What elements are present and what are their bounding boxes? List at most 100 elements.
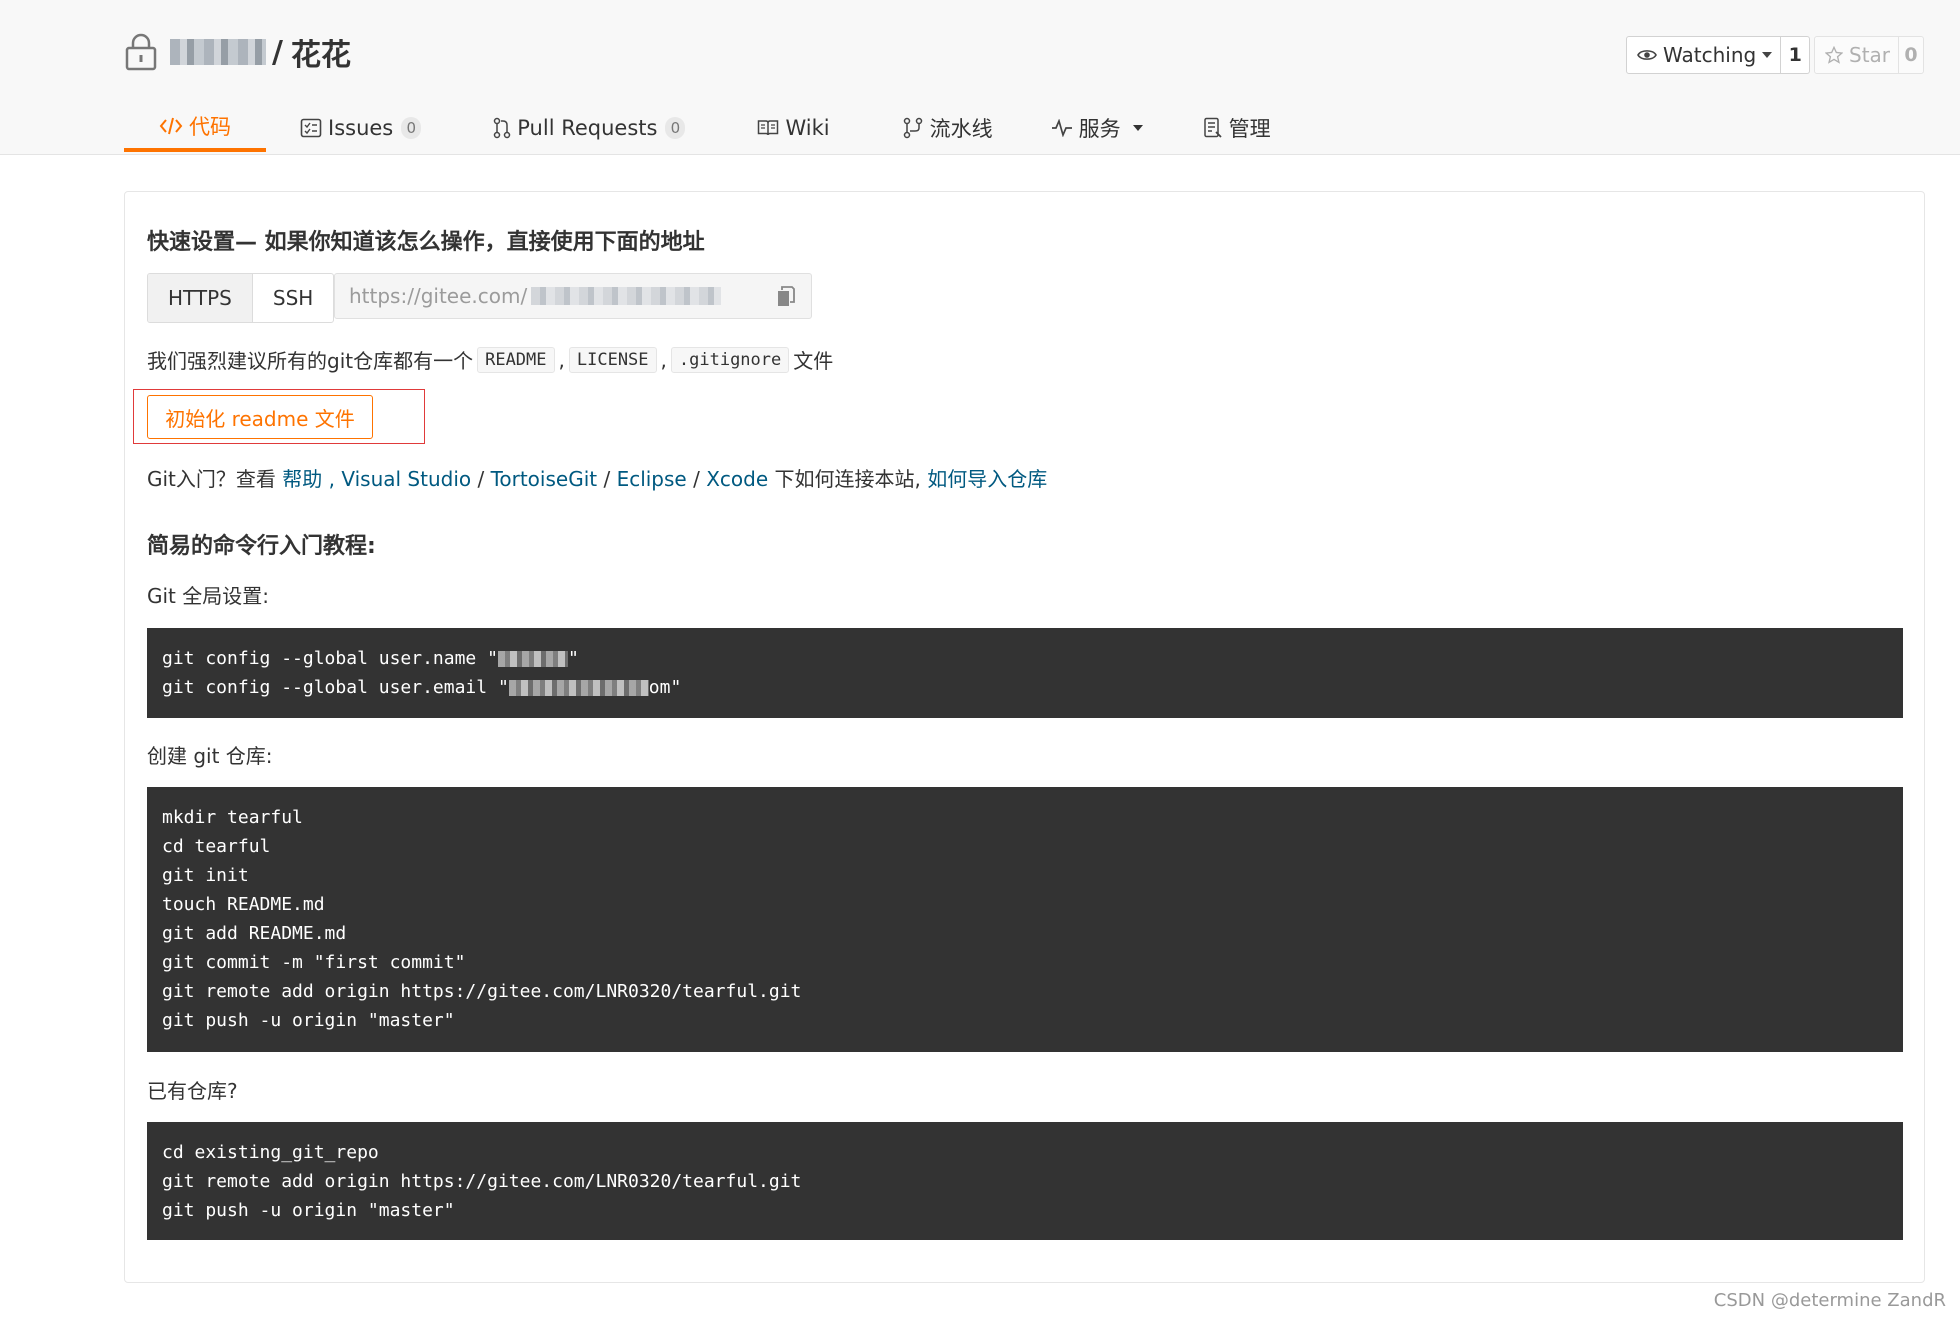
recommend-text: 我们强烈建议所有的git仓库都有一个 README , LICENSE , .g… [147,345,833,374]
star-icon [1825,46,1843,64]
visual-studio-link[interactable]: Visual Studio [341,467,471,491]
code-text: git config --global user.email " [162,677,509,698]
chevron-down-icon [1762,52,1773,58]
code-line: cd tearful [162,836,271,857]
git-help-line: Git入门？查看 帮助 , Visual Studio / TortoiseGi… [147,463,1047,492]
tortoisegit-link[interactable]: TortoiseGit [491,467,598,491]
code-text: git config --global user.name " [162,648,498,669]
existing-repo-label: 已有仓库? [147,1079,238,1103]
repo-header: / 花花 Watching 1 Star 0 代码 Issues 0 Pull … [0,0,1960,155]
manage-icon [1203,117,1222,138]
separator: , [322,467,342,491]
global-config-code: git config --global user.name " " git con… [147,628,1903,718]
tab-label: 流水线 [929,117,993,141]
tutorial-title: 简易的命令行入门教程: [147,534,376,559]
owner-name-redacted[interactable] [170,39,266,65]
tab-manage[interactable]: 管理 [1203,104,1271,152]
activity-icon [1051,119,1072,137]
protocol-switch: HTTPS SSH [147,273,335,323]
repo-title: / 花花 [124,30,351,74]
star-count[interactable]: 0 [1899,36,1925,74]
code-line: cd existing_git_repo [162,1142,379,1163]
star-button[interactable]: Star [1814,36,1900,74]
existing-repo-code: cd existing_git_repo git remote add orig… [147,1122,1903,1240]
tab-label: Issues [328,116,394,140]
init-readme-button[interactable]: 初始化 readme 文件 [147,395,373,439]
repo-name[interactable]: 花花 [291,30,351,74]
recommend-suffix: 文件 [793,349,834,373]
https-button[interactable]: HTTPS [148,274,253,322]
code-line: git commit -m "first commit" [162,952,466,973]
watch-control: Watching 1 [1626,36,1811,74]
clone-url-redacted [531,287,722,305]
username-redacted [497,651,568,667]
clone-url-text: https://gitee.com/ [349,284,528,308]
issues-count-badge: 0 [401,117,422,139]
tab-services[interactable]: 服务 [1051,104,1143,152]
ssh-button[interactable]: SSH [253,274,333,322]
code-line: git add README.md [162,923,347,944]
import-repo-link[interactable]: 如何导入仓库 [927,467,1047,491]
watch-count[interactable]: 1 [1781,36,1811,74]
star-label: Star [1849,43,1891,67]
chevron-down-icon [1132,125,1143,131]
tab-label: 管理 [1228,117,1271,141]
create-repo-label: 创建 git 仓库: [147,744,273,768]
watch-button[interactable]: Watching [1626,36,1782,74]
book-icon [758,120,779,136]
readme-tag: README [477,346,555,373]
tab-pull-requests[interactable]: Pull Requests 0 [493,104,686,152]
issues-icon [300,118,322,138]
comma: , [660,347,667,372]
code-line: git push -u origin "master" [162,1010,455,1031]
copy-icon[interactable] [777,286,795,308]
pr-count-badge: 0 [665,117,686,139]
tab-label: 服务 [1078,117,1121,141]
repo-tabs: 代码 Issues 0 Pull Requests 0 Wiki 流水线 服务 … [124,104,1271,154]
recommend-prefix: 我们强烈建议所有的git仓库都有一个 [147,349,474,373]
license-tag: LICENSE [568,346,657,373]
help-prefix: Git入门？查看 [147,467,283,491]
eye-icon [1637,50,1657,60]
tab-label: Wiki [785,116,830,140]
quick-setup-panel: 快速设置— 如果你知道该怎么操作，直接使用下面的地址 HTTPS SSH htt… [124,191,1925,1283]
repo-separator: / [272,34,283,70]
gitignore-tag: .gitignore [670,346,790,373]
pull-request-icon [494,117,511,139]
xcode-link[interactable]: Xcode [706,467,768,491]
star-control: Star 0 [1814,36,1925,74]
code-line: git remote add origin https://gitee.com/… [162,1171,802,1192]
code-line: mkdir tearful [162,807,303,828]
code-line: git config --global user.email " om" [162,673,1888,702]
help-middle: 下如何连接本站, [768,467,928,491]
pipeline-icon [903,117,922,139]
tab-wiki[interactable]: Wiki [757,104,830,152]
code-line: touch README.md [162,894,325,915]
code-line: git push -u origin "master" [162,1200,455,1221]
tab-label: Pull Requests [517,116,658,140]
watch-label: Watching [1663,43,1757,67]
code-line: git init [162,865,249,886]
tab-pipeline[interactable]: 流水线 [902,104,993,152]
code-text: " [567,648,579,669]
create-repo-code: mkdir tearful cd tearful git init touch … [147,787,1903,1052]
csdn-watermark: CSDN @determine ZandR [1713,1290,1946,1311]
eclipse-link[interactable]: Eclipse [617,467,687,491]
code-text: om" [648,677,682,698]
tab-issues[interactable]: Issues 0 [300,104,422,152]
quick-setup-title: 快速设置— 如果你知道该怎么操作，直接使用下面的地址 [147,230,705,255]
tab-code[interactable]: 代码 [124,104,266,152]
lock-icon [125,33,157,71]
global-settings-label: Git 全局设置: [147,584,269,608]
code-line: git remote add origin https://gitee.com/… [162,981,802,1002]
separator: / [597,467,617,491]
separator: / [471,467,491,491]
comma: , [558,347,565,372]
help-link[interactable]: 帮助 [282,467,322,491]
clone-url-input[interactable]: https://gitee.com/ [334,273,812,319]
email-redacted [508,680,649,696]
tab-label: 代码 [189,115,231,139]
code-line: git config --global user.name " " [162,644,1888,673]
separator: / [686,467,707,491]
code-icon [159,117,183,135]
